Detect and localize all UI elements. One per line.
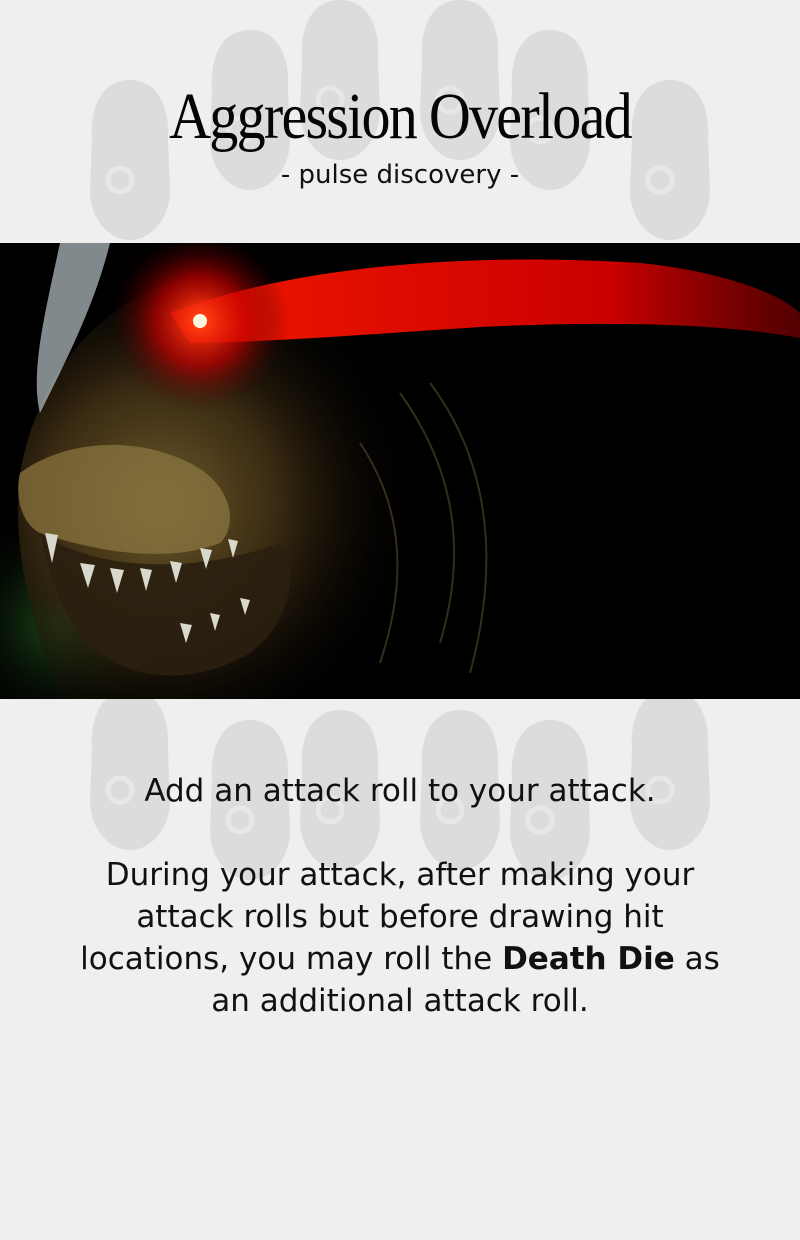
death-die-keyword: Death Die	[502, 941, 675, 977]
card: Aggression Overload - pulse discovery -	[0, 0, 800, 1240]
card-header: Aggression Overload - pulse discovery -	[0, 76, 800, 190]
monster-eye-artwork	[0, 243, 800, 699]
card-title: Aggression Overload	[169, 80, 633, 153]
rules-line-2: During your attack, after making your at…	[80, 854, 720, 1022]
card-subtitle: - pulse discovery -	[280, 160, 520, 190]
card-rules: Add an attack roll to your attack. Durin…	[80, 770, 720, 1022]
rules-line-1: Add an attack roll to your attack.	[144, 773, 656, 809]
